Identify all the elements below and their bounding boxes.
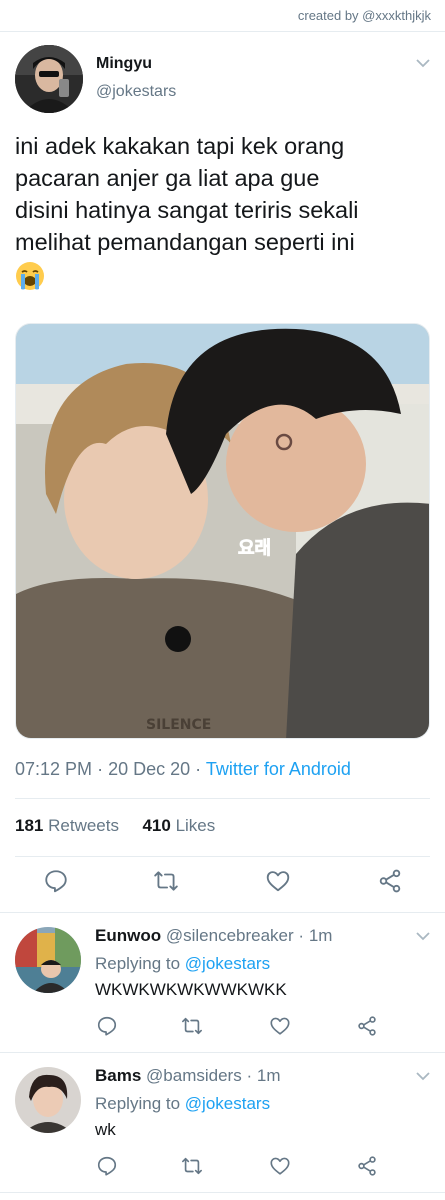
- tweet-text-line: disini hatinya sangat teriris sekali: [15, 197, 359, 223]
- chevron-down-icon[interactable]: [416, 1071, 430, 1081]
- tweet-text: ini adek kakakan tapi kek orang pacaran …: [15, 130, 435, 291]
- share-icon[interactable]: [377, 868, 407, 898]
- likes-count: 410: [142, 816, 171, 835]
- reply-author-name[interactable]: Eunwoo: [95, 926, 161, 945]
- reply-text: WKWKWKWKWWKWKK: [95, 980, 287, 999]
- author-handle[interactable]: @jokestars: [96, 83, 176, 101]
- share-icon[interactable]: [356, 1015, 386, 1045]
- reply-header: Eunwoo @silencebreaker · 1m: [95, 926, 332, 946]
- reply-icon[interactable]: [96, 1155, 126, 1185]
- image-shirt-text: SILENCE: [146, 717, 211, 733]
- reply-time-separator: ·: [246, 1066, 253, 1085]
- chevron-down-icon[interactable]: [416, 931, 430, 941]
- retweets-stat[interactable]: 181 Retweets: [15, 816, 119, 835]
- reply-text: wk: [95, 1120, 116, 1139]
- likes-stat[interactable]: 410 Likes: [142, 816, 215, 835]
- reply-actions: [0, 1155, 445, 1185]
- likes-label: Likes: [175, 816, 216, 835]
- tweet-stats: 181 Retweets 410 Likes: [15, 816, 215, 836]
- reply-icon[interactable]: [96, 1015, 126, 1045]
- loudly-crying-face-icon: [15, 261, 45, 291]
- divider: [15, 856, 430, 857]
- chevron-down-icon[interactable]: [416, 58, 430, 68]
- tweet-text-line: ini adek kakakan tapi kek orang: [15, 133, 345, 159]
- like-icon[interactable]: [269, 1155, 299, 1185]
- meta-separator: ·: [97, 759, 104, 779]
- tweet-photo[interactable]: 요래 SILENCE: [15, 323, 430, 739]
- tweet-meta: 07:12 PM · 20 Dec 20 · Twitter for Andro…: [15, 759, 351, 780]
- reply-tweet: Eunwoo @silencebreaker · 1m Replying to …: [0, 913, 445, 1053]
- tweet-text-line: melihat pemandangan seperti ini: [15, 229, 355, 255]
- reply-author-handle[interactable]: @bamsiders: [146, 1066, 242, 1085]
- reply-time: 1m: [256, 1066, 281, 1085]
- avatar[interactable]: [15, 1067, 81, 1133]
- divider: [0, 1192, 445, 1193]
- reply-author-handle[interactable]: @silencebreaker: [166, 926, 294, 945]
- replying-to: Replying to @jokestars: [95, 954, 270, 974]
- tweet-actions: [0, 868, 445, 908]
- reply-header: Bams @bamsiders · 1m: [95, 1066, 281, 1086]
- reply-time-separator: ·: [298, 926, 305, 945]
- replying-to: Replying to @jokestars: [95, 1094, 270, 1114]
- avatar[interactable]: [15, 927, 81, 993]
- credit-text: created by @xxxkthjkjk: [297, 8, 431, 23]
- author-name[interactable]: Mingyu: [96, 55, 152, 73]
- divider: [15, 798, 430, 799]
- tweet-source-link[interactable]: Twitter for Android: [206, 759, 351, 779]
- image-caption: 요래: [238, 538, 271, 559]
- reply-actions: [0, 1015, 445, 1045]
- tweet-text-line: pacaran anjer ga liat apa gue: [15, 165, 320, 191]
- reply-tweet: Bams @bamsiders · 1m Replying to @jokest…: [0, 1053, 445, 1193]
- replying-prefix: Replying to: [95, 1094, 181, 1113]
- retweets-count: 181: [15, 816, 44, 835]
- retweet-icon[interactable]: [181, 1155, 211, 1185]
- reply-time: 1m: [308, 926, 333, 945]
- reply-author-name[interactable]: Bams: [95, 1066, 141, 1085]
- tweet-date: 20 Dec 20: [108, 759, 191, 779]
- tweet-time: 07:12 PM: [15, 759, 93, 779]
- replying-to-link[interactable]: @jokestars: [185, 954, 270, 973]
- like-icon[interactable]: [265, 868, 295, 898]
- retweet-icon[interactable]: [153, 868, 183, 898]
- retweets-label: Retweets: [48, 816, 119, 835]
- retweet-icon[interactable]: [181, 1015, 211, 1045]
- replying-prefix: Replying to: [95, 954, 181, 973]
- replying-to-link[interactable]: @jokestars: [185, 1094, 270, 1113]
- reply-icon[interactable]: [43, 868, 73, 898]
- share-icon[interactable]: [356, 1155, 386, 1185]
- like-icon[interactable]: [269, 1015, 299, 1045]
- credit-bar: created by @xxxkthjkjk: [0, 0, 445, 32]
- avatar[interactable]: [15, 45, 83, 113]
- meta-separator: ·: [195, 759, 202, 779]
